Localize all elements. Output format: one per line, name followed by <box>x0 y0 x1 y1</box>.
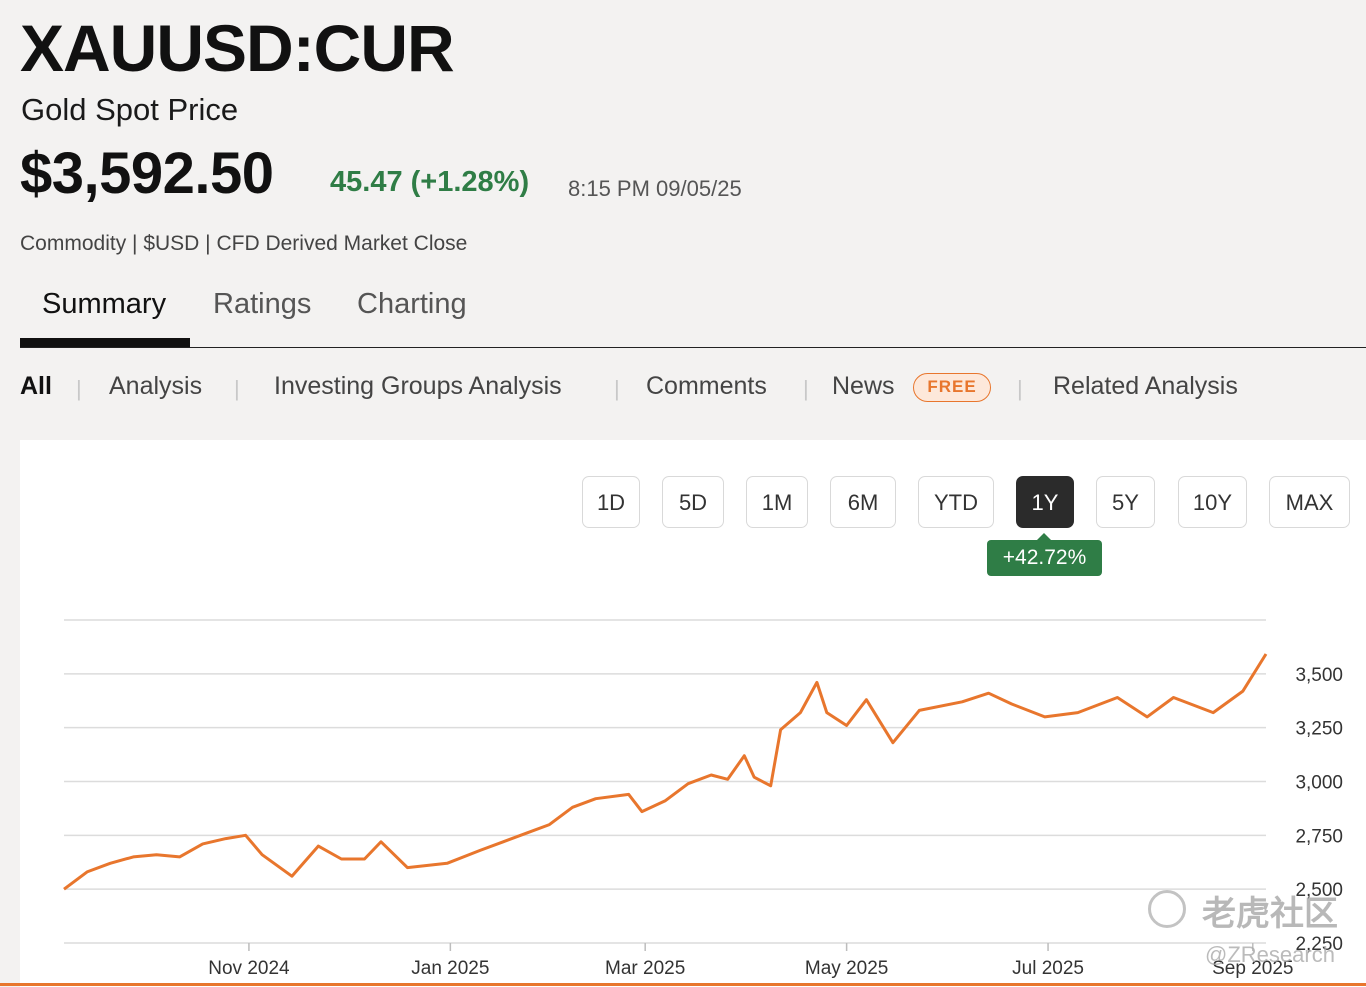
x-tick-label: Jul 2025 <box>1012 958 1084 979</box>
watermark-logo-icon <box>1148 890 1186 928</box>
watermark-text: 老虎社区 <box>1202 895 1338 933</box>
price-series <box>63 653 1268 891</box>
x-tick-label: Nov 2024 <box>208 958 290 979</box>
price-line <box>63 653 1268 891</box>
price-chart: 3,5003,2503,0002,7502,5002,250 Nov 2024 J… <box>63 619 1343 979</box>
x-tick-label: Jan 2025 <box>411 958 489 979</box>
x-tick-label: May 2025 <box>805 958 888 979</box>
x-axis-labels: Nov 2024 Jan 2025 Mar 2025 May 2025 Jul 2025… <box>208 943 1293 979</box>
bottom-accent-line <box>0 983 1366 986</box>
x-tick-label: Mar 2025 <box>605 958 685 979</box>
y-tick-label: 3,250 <box>1295 719 1343 740</box>
chart-grid <box>64 619 1266 944</box>
y-tick-label: 3,500 <box>1295 665 1343 686</box>
watermark-handle: @ZResearch <box>1205 942 1335 967</box>
y-tick-label: 2,750 <box>1295 826 1343 847</box>
y-tick-label: 3,000 <box>1295 773 1343 794</box>
